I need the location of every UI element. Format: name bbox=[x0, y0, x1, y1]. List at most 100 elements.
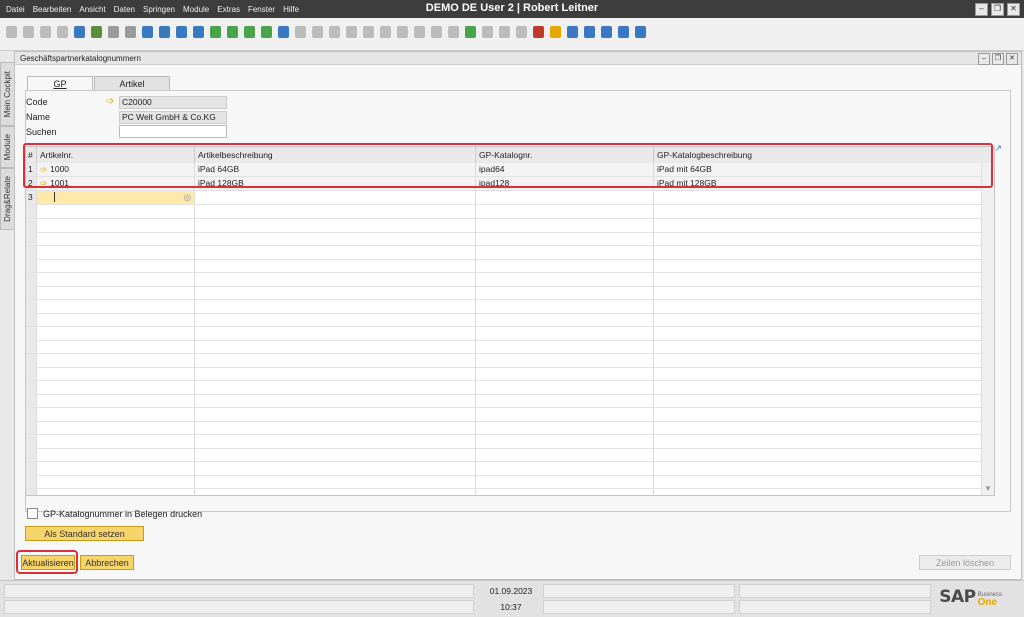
approve-icon[interactable] bbox=[465, 26, 476, 38]
volume-icon[interactable] bbox=[397, 26, 408, 38]
restore-icon[interactable]: ❐ bbox=[991, 3, 1004, 16]
journal-icon[interactable] bbox=[363, 26, 374, 38]
delete-rows-button[interactable]: Zeilen löschen bbox=[919, 555, 1011, 570]
status-time: 10:37 bbox=[500, 602, 522, 612]
base-document-icon[interactable] bbox=[329, 26, 340, 38]
print-icon[interactable] bbox=[23, 26, 34, 38]
empty-cell bbox=[37, 313, 195, 326]
empty-row bbox=[26, 407, 994, 422]
last-record-icon[interactable] bbox=[261, 26, 272, 38]
email-icon[interactable] bbox=[40, 26, 51, 38]
empty-row bbox=[26, 218, 994, 233]
calendar-icon[interactable] bbox=[516, 26, 527, 38]
scroll-down-icon[interactable]: ▼ bbox=[984, 484, 992, 493]
form-settings-icon[interactable] bbox=[431, 26, 442, 38]
empty-row bbox=[26, 461, 994, 476]
messages-icon[interactable] bbox=[482, 26, 493, 38]
side-tab-drag-relate[interactable]: Drag&Relate bbox=[0, 168, 15, 230]
pdf-export-icon[interactable] bbox=[125, 26, 136, 38]
add-icon[interactable] bbox=[193, 26, 204, 38]
filter-icon[interactable] bbox=[295, 26, 306, 38]
catalog-grid: # Artikelnr. Artikelbeschreibung GP-Kata… bbox=[25, 146, 995, 496]
search-input[interactable] bbox=[119, 125, 227, 138]
col-header-cat-desc[interactable]: GP-Katalogbeschreibung bbox=[654, 147, 994, 163]
print-preview-icon[interactable] bbox=[57, 26, 68, 38]
users-icon[interactable] bbox=[584, 26, 595, 38]
cell-cat-desc[interactable] bbox=[654, 191, 994, 204]
new-document-icon[interactable] bbox=[6, 26, 17, 38]
cell-cat-no[interactable]: ipad64 bbox=[476, 163, 654, 176]
sort-icon[interactable] bbox=[312, 26, 323, 38]
cell-cat-no[interactable] bbox=[476, 191, 654, 204]
empty-cell bbox=[26, 272, 37, 286]
form-maximize-icon[interactable]: ❐ bbox=[992, 53, 1004, 65]
cell-item-desc[interactable]: iPad 64GB bbox=[195, 163, 476, 176]
print-catalog-no-option[interactable]: GP-Katalognummer in Belegen drucken bbox=[27, 508, 202, 519]
empty-cell bbox=[37, 421, 195, 434]
close-icon[interactable]: ✕ bbox=[1007, 3, 1020, 16]
form-title: Geschäftspartnerkatalognummern – ❐ ✕ bbox=[15, 52, 1021, 65]
gross-profit-icon[interactable] bbox=[414, 26, 425, 38]
item-link-arrow-icon[interactable]: ➩ bbox=[40, 178, 47, 188]
print-catalog-no-label: GP-Katalognummer in Belegen drucken bbox=[43, 508, 203, 519]
first-record-icon[interactable] bbox=[210, 26, 221, 38]
side-tab-cockpit[interactable]: Mein Cockpit bbox=[0, 62, 15, 126]
print-catalog-no-checkbox[interactable] bbox=[27, 508, 38, 519]
empty-cell bbox=[26, 205, 37, 218]
empty-cell bbox=[37, 218, 195, 232]
query-icon[interactable] bbox=[567, 26, 578, 38]
cell-item-no-input[interactable]: ◎ bbox=[37, 191, 195, 204]
col-header-item-desc[interactable]: Artikelbeschreibung bbox=[195, 147, 476, 163]
empty-cell bbox=[195, 461, 476, 475]
tab-artikel[interactable]: Artikel bbox=[94, 76, 170, 91]
cell-item-no[interactable]: ➩ 1001 bbox=[37, 177, 195, 190]
table-row[interactable]: 1 ➩ 1000 iPad 64GB ipad64 iPad mit 64GB bbox=[26, 163, 994, 177]
item-link-arrow-icon[interactable]: ➩ bbox=[40, 164, 47, 174]
find-icon[interactable] bbox=[176, 26, 187, 38]
cell-item-no[interactable]: ➩ 1000 bbox=[37, 163, 195, 176]
form-minimize-icon[interactable]: – bbox=[978, 53, 990, 65]
side-tab-module[interactable]: Module bbox=[0, 126, 15, 168]
col-header-item-no[interactable]: Artikelnr. bbox=[37, 147, 195, 163]
word-export-icon[interactable] bbox=[108, 26, 119, 38]
lock-icon[interactable] bbox=[159, 26, 170, 38]
cancel-button[interactable]: Abbrechen bbox=[80, 555, 134, 570]
calculator-icon[interactable] bbox=[533, 26, 544, 38]
payment-icon[interactable] bbox=[380, 26, 391, 38]
search-label: Suchen bbox=[26, 127, 57, 137]
previous-record-icon[interactable] bbox=[227, 26, 238, 38]
side-tab-drag-relate-label: Drag&Relate bbox=[3, 176, 12, 222]
grid-scrollbar[interactable]: ▼ bbox=[981, 163, 994, 495]
minimize-icon[interactable]: – bbox=[975, 3, 988, 16]
empty-cell bbox=[654, 340, 994, 353]
cell-cat-no[interactable]: ipad128 bbox=[476, 177, 654, 190]
table-row-new[interactable]: 3 ◎ bbox=[26, 191, 994, 205]
cell-cat-desc[interactable]: iPad mit 64GB bbox=[654, 163, 994, 176]
empty-row bbox=[26, 488, 994, 495]
code-link-arrow-icon[interactable]: ➩ bbox=[106, 97, 114, 107]
up-icon[interactable] bbox=[142, 26, 153, 38]
refresh-icon[interactable] bbox=[278, 26, 289, 38]
status-seg-far-2 bbox=[739, 600, 931, 614]
target-document-icon[interactable] bbox=[346, 26, 357, 38]
next-record-icon[interactable] bbox=[244, 26, 255, 38]
cell-item-desc[interactable]: iPad 128GB bbox=[195, 177, 476, 190]
reports-icon[interactable] bbox=[550, 26, 561, 38]
cell-item-desc[interactable] bbox=[195, 191, 476, 204]
cell-cat-desc[interactable]: iPad mit 128GB bbox=[654, 177, 994, 190]
document-icon[interactable] bbox=[635, 26, 646, 38]
choose-from-list-icon[interactable]: ◎ bbox=[184, 191, 191, 204]
edit-icon[interactable] bbox=[448, 26, 459, 38]
form-close-icon[interactable]: ✕ bbox=[1006, 53, 1018, 65]
empty-cell bbox=[26, 461, 37, 475]
clipboard-icon[interactable] bbox=[74, 26, 85, 38]
alerts-icon[interactable] bbox=[499, 26, 510, 38]
table-row[interactable]: 2 ➩ 1001 iPad 128GB ipad128 iPad mit 128G… bbox=[26, 177, 994, 191]
expand-grid-icon[interactable]: ↗ bbox=[994, 143, 1002, 154]
web-icon[interactable] bbox=[601, 26, 612, 38]
set-default-button[interactable]: Als Standard setzen bbox=[25, 526, 144, 541]
col-header-cat-no[interactable]: GP-Katalognr. bbox=[476, 147, 654, 163]
excel-export-icon[interactable] bbox=[91, 26, 102, 38]
empty-cell bbox=[654, 381, 994, 394]
help-icon[interactable] bbox=[618, 26, 629, 38]
